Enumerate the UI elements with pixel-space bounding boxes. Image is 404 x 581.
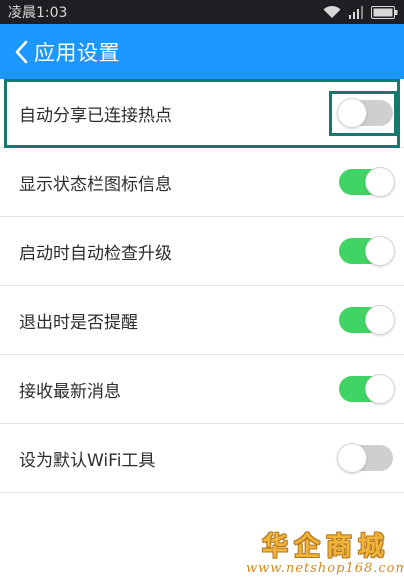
settings-row-label: 显示状态栏图标信息	[19, 174, 172, 195]
settings-row[interactable]: 显示状态栏图标信息	[0, 148, 404, 217]
settings-row-label: 退出时是否提醒	[19, 312, 138, 333]
toggle-switch[interactable]	[339, 305, 395, 335]
battery-icon	[371, 5, 398, 19]
settings-row-label: 自动分享已连接热点	[19, 105, 172, 126]
status-icons	[323, 5, 398, 19]
toggle-knob	[365, 167, 395, 197]
chevron-left-icon	[14, 40, 28, 64]
wifi-icon	[323, 5, 341, 19]
settings-row[interactable]: 设为默认WiFi工具	[0, 424, 404, 493]
page-title: 应用设置	[34, 40, 120, 65]
settings-row-label: 接收最新消息	[19, 381, 121, 402]
back-button[interactable]	[14, 40, 28, 64]
status-time: 凌晨1:03	[8, 5, 68, 21]
settings-row[interactable]: 启动时自动检查升级	[0, 217, 404, 286]
signal-icon	[349, 5, 363, 19]
settings-row-label: 设为默认WiFi工具	[19, 450, 156, 471]
toggle-knob	[337, 443, 367, 473]
watermark-title: 华企商城	[262, 532, 391, 562]
toggle-knob	[337, 98, 367, 128]
app-header: 应用设置	[0, 24, 404, 79]
status-bar: 凌晨1:03	[0, 0, 404, 24]
toggle-switch[interactable]	[339, 236, 395, 266]
settings-list: 自动分享已连接热点 显示状态栏图标信息 启动时自动检查升级 退出时是否提醒 接收最新消息…	[0, 79, 404, 493]
toggle-switch[interactable]	[337, 443, 393, 473]
toggle-knob	[365, 374, 395, 404]
toggle-knob	[365, 236, 395, 266]
toggle-switch[interactable]	[339, 374, 395, 404]
settings-row-label: 启动时自动检查升级	[19, 243, 172, 264]
toggle-switch[interactable]	[339, 167, 395, 197]
toggle-knob	[365, 305, 395, 335]
settings-row[interactable]: 退出时是否提醒	[0, 286, 404, 355]
settings-row[interactable]: 自动分享已连接热点	[0, 79, 404, 148]
settings-row[interactable]: 接收最新消息	[0, 355, 404, 424]
watermark-url: www.netshop168.com	[246, 561, 404, 576]
toggle-switch[interactable]	[337, 98, 393, 128]
